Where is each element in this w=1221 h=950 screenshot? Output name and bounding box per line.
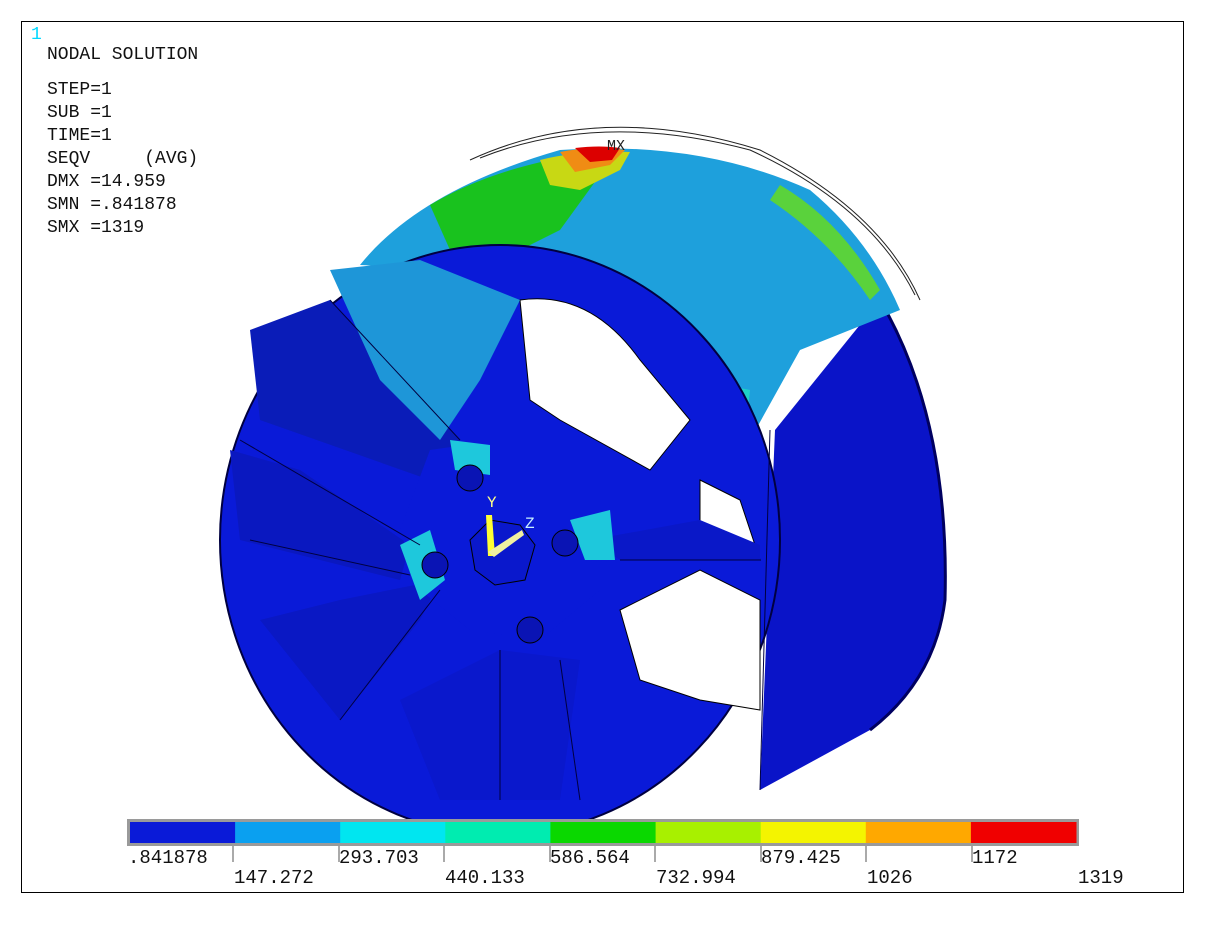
lug-hole-right bbox=[551, 529, 579, 557]
legend-band-6 bbox=[760, 822, 867, 843]
max-marker-label: MX bbox=[607, 138, 625, 155]
legend-band-1 bbox=[235, 822, 341, 843]
lug-hole-top bbox=[456, 464, 484, 492]
legend-label-8: 1172 bbox=[972, 847, 1018, 869]
triad-label-y: Y bbox=[487, 494, 497, 512]
legend-label-7: 1026 bbox=[867, 867, 913, 889]
legend-label-1: 147.272 bbox=[234, 867, 314, 889]
legend-label-6: 879.425 bbox=[761, 847, 841, 869]
legend-label-4: 586.564 bbox=[550, 847, 630, 869]
triad-label-z: Z bbox=[525, 515, 535, 533]
legend-label-0: .841878 bbox=[128, 847, 208, 869]
legend-band-8 bbox=[970, 822, 1077, 843]
legend-band-3 bbox=[445, 822, 551, 843]
legend-band-4 bbox=[550, 822, 656, 843]
legend-band-5 bbox=[655, 822, 762, 843]
legend-bands bbox=[130, 822, 1077, 843]
lug-hole-bottom bbox=[516, 616, 544, 644]
legend-label-2: 293.703 bbox=[339, 847, 419, 869]
legend-label-9: 1319 bbox=[1078, 867, 1124, 889]
legend-band-2 bbox=[340, 822, 446, 843]
legend-band-0 bbox=[130, 822, 236, 843]
legend-band-7 bbox=[865, 822, 972, 843]
lug-hole-left bbox=[421, 551, 449, 579]
legend-label-5: 732.994 bbox=[656, 867, 736, 889]
rim-barrel-outer bbox=[760, 300, 946, 790]
legend-label-3: 440.133 bbox=[445, 867, 525, 889]
wheel-model-view[interactable]: Y Z MX bbox=[0, 0, 1221, 950]
